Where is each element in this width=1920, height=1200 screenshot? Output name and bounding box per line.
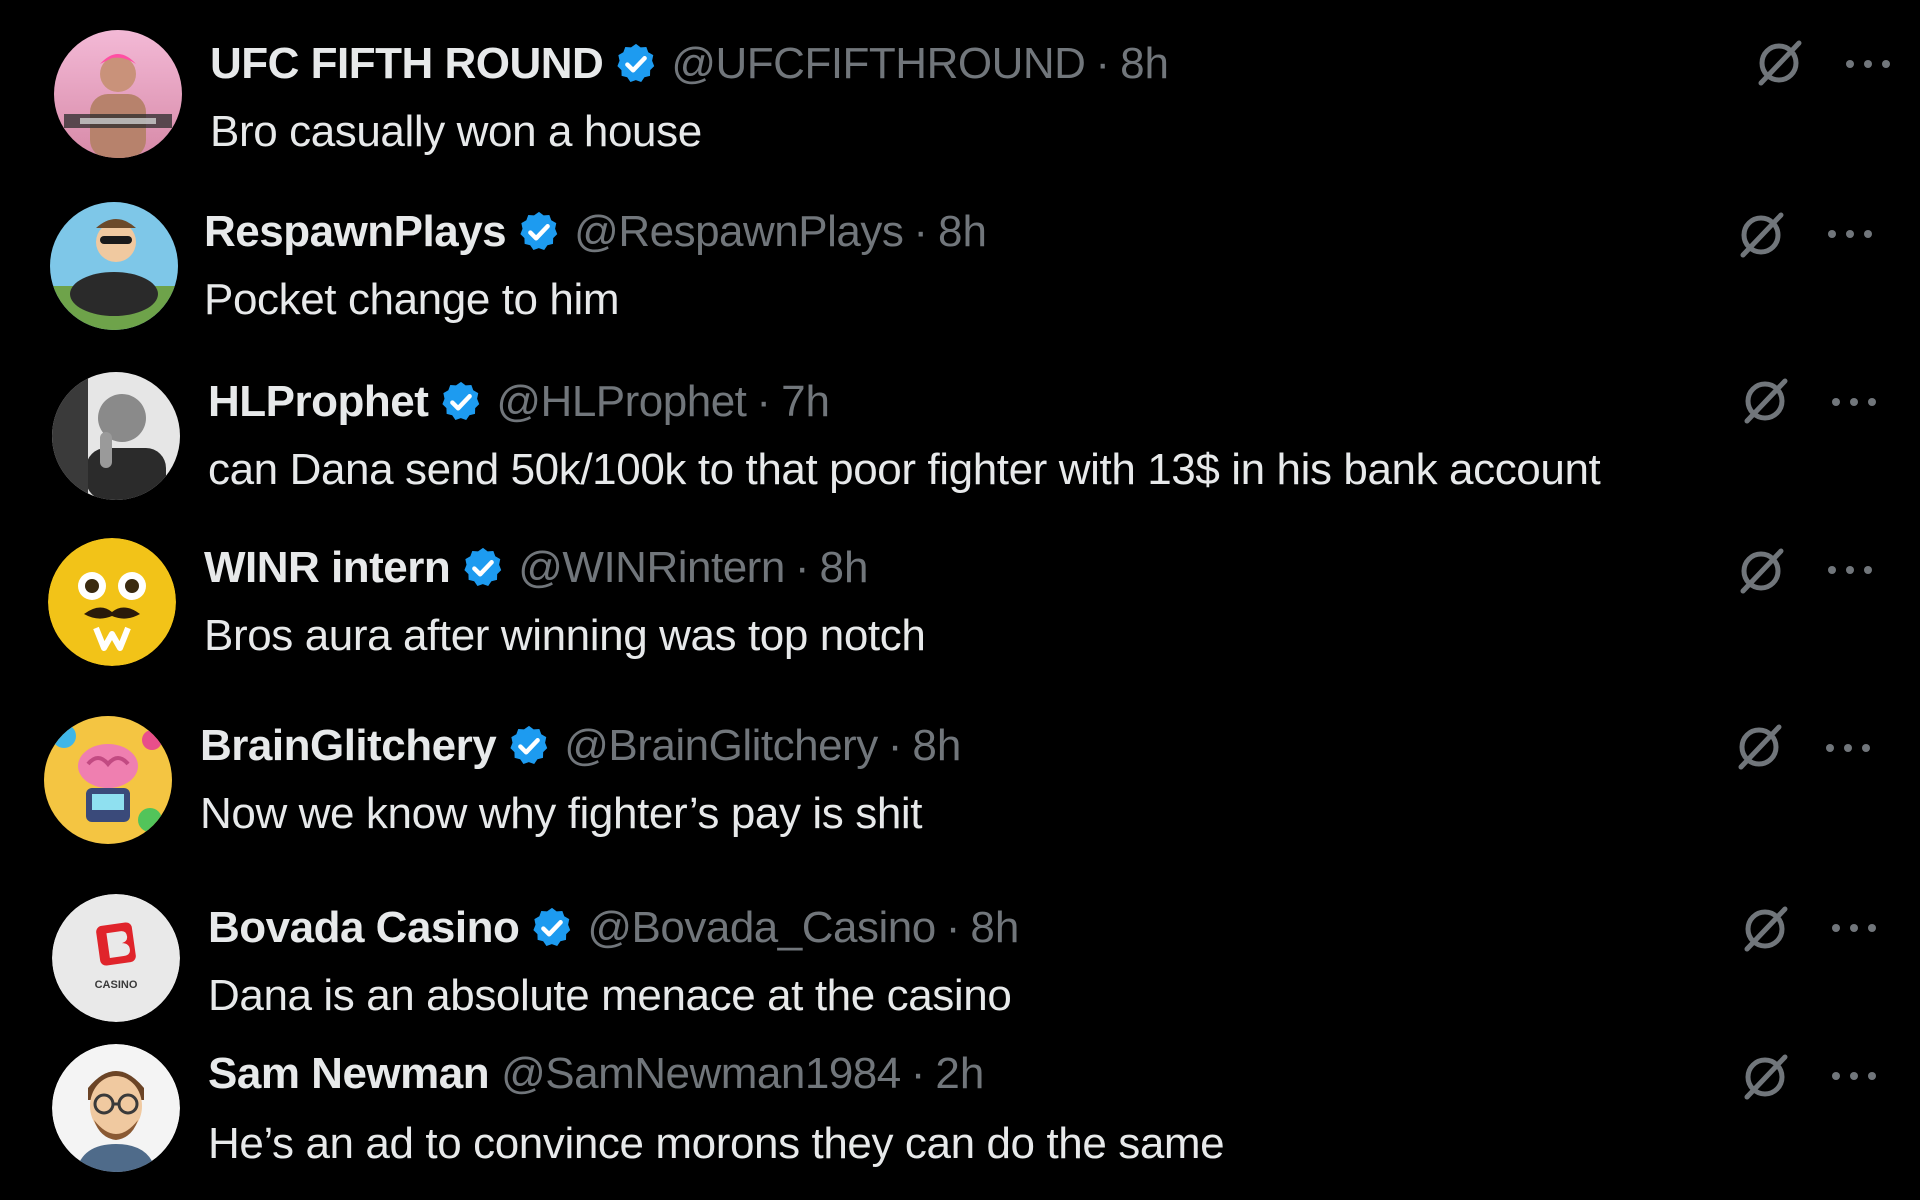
- more-options-icon[interactable]: [1824, 224, 1876, 244]
- more-options-icon[interactable]: [1842, 54, 1894, 74]
- reply-text: Pocket change to him: [204, 275, 620, 324]
- grok-icon[interactable]: [1738, 1050, 1792, 1104]
- reply-text: can Dana send 50k/100k to that poor figh…: [208, 445, 1601, 494]
- cartoon-rider-avatar-icon[interactable]: [50, 202, 178, 330]
- timestamp[interactable]: 8h: [970, 900, 1019, 956]
- fighter-avatar-icon[interactable]: [54, 30, 182, 158]
- user-handle[interactable]: @HLProphet: [496, 374, 747, 430]
- verified-badge-icon: [460, 545, 506, 591]
- separator-dot: ·: [887, 721, 903, 770]
- timestamp[interactable]: 8h: [938, 204, 987, 260]
- separator-dot: ·: [794, 543, 810, 592]
- reply-text: Bro casually won a house: [210, 107, 702, 156]
- user-handle[interactable]: @Bovada_Casino: [587, 900, 936, 956]
- more-options-icon[interactable]: [1828, 392, 1880, 412]
- grok-icon[interactable]: [1734, 544, 1788, 598]
- grok-icon[interactable]: [1738, 902, 1792, 956]
- separator-dot: ·: [910, 1049, 926, 1098]
- timestamp[interactable]: 8h: [819, 540, 868, 596]
- grok-icon[interactable]: [1734, 208, 1788, 262]
- separator-dot: ·: [756, 377, 772, 426]
- user-handle[interactable]: @WINRintern: [518, 540, 785, 596]
- verified-badge-icon: [506, 723, 552, 769]
- reply-feed: UFC FIFTH ROUND @UFCFIFTHROUND · 8h Bro …: [0, 0, 1920, 1200]
- reply-item[interactable]: RespawnPlays @RespawnPlays · 8h Pocket c…: [0, 194, 1920, 344]
- separator-dot: ·: [945, 903, 961, 952]
- grok-icon[interactable]: [1732, 720, 1786, 774]
- reply-item[interactable]: WINR intern @WINRintern · 8h Bros aura a…: [0, 528, 1920, 678]
- verified-badge-icon: [613, 41, 659, 87]
- reply-item[interactable]: BrainGlitchery @BrainGlitchery · 8h Now …: [0, 708, 1920, 858]
- casino-logo-avatar-icon[interactable]: CASINO: [52, 894, 180, 1022]
- cartoon-man-avatar-icon[interactable]: [52, 1044, 180, 1172]
- reply-item[interactable]: Sam Newman @SamNewman1984 · 2h He’s an a…: [0, 1044, 1920, 1194]
- display-name[interactable]: UFC FIFTH ROUND: [210, 36, 604, 92]
- reply-item[interactable]: CASINO Bovada Casino @Bovada_Casino · 8h…: [0, 888, 1920, 1038]
- more-options-icon[interactable]: [1824, 560, 1876, 580]
- grok-icon[interactable]: [1738, 374, 1792, 428]
- reply-text: Bros aura after winning was top notch: [204, 611, 926, 660]
- more-options-icon[interactable]: [1822, 738, 1874, 758]
- verified-badge-icon: [529, 905, 575, 951]
- display-name[interactable]: Sam Newman: [208, 1046, 490, 1102]
- reply-item[interactable]: HLProphet @HLProphet · 7h can Dana send …: [0, 362, 1920, 512]
- reply-text: Dana is an absolute menace at the casino: [208, 971, 1012, 1020]
- reply-item[interactable]: UFC FIFTH ROUND @UFCFIFTHROUND · 8h Bro …: [0, 20, 1920, 170]
- verified-badge-icon: [438, 379, 484, 425]
- timestamp[interactable]: 7h: [781, 374, 830, 430]
- timestamp[interactable]: 8h: [1120, 36, 1169, 92]
- more-options-icon[interactable]: [1828, 1066, 1880, 1086]
- brain-robot-avatar-icon[interactable]: [44, 716, 172, 844]
- separator-dot: ·: [913, 207, 929, 256]
- reply-text: Now we know why fighter’s pay is shit: [200, 789, 923, 838]
- verified-badge-icon: [516, 209, 562, 255]
- mustache-emoji-avatar-icon[interactable]: [48, 538, 176, 666]
- user-handle[interactable]: @UFCFIFTHROUND: [671, 36, 1086, 92]
- reply-text: He’s an ad to convince morons they can d…: [208, 1119, 1225, 1168]
- display-name[interactable]: HLProphet: [208, 374, 429, 430]
- user-handle[interactable]: @RespawnPlays: [574, 204, 904, 260]
- casino-logo-text: CASINO: [95, 979, 138, 991]
- timestamp[interactable]: 8h: [912, 718, 961, 774]
- display-name[interactable]: Bovada Casino: [208, 900, 520, 956]
- user-handle[interactable]: @SamNewman1984: [501, 1046, 901, 1102]
- timestamp[interactable]: 2h: [935, 1046, 984, 1102]
- more-options-icon[interactable]: [1828, 918, 1880, 938]
- display-name[interactable]: RespawnPlays: [204, 204, 507, 260]
- display-name[interactable]: BrainGlitchery: [200, 718, 497, 774]
- display-name[interactable]: WINR intern: [204, 540, 451, 596]
- separator-dot: ·: [1095, 39, 1111, 88]
- grok-icon[interactable]: [1752, 36, 1806, 90]
- thinking-man-avatar-icon[interactable]: [52, 372, 180, 500]
- user-handle[interactable]: @BrainGlitchery: [564, 718, 878, 774]
